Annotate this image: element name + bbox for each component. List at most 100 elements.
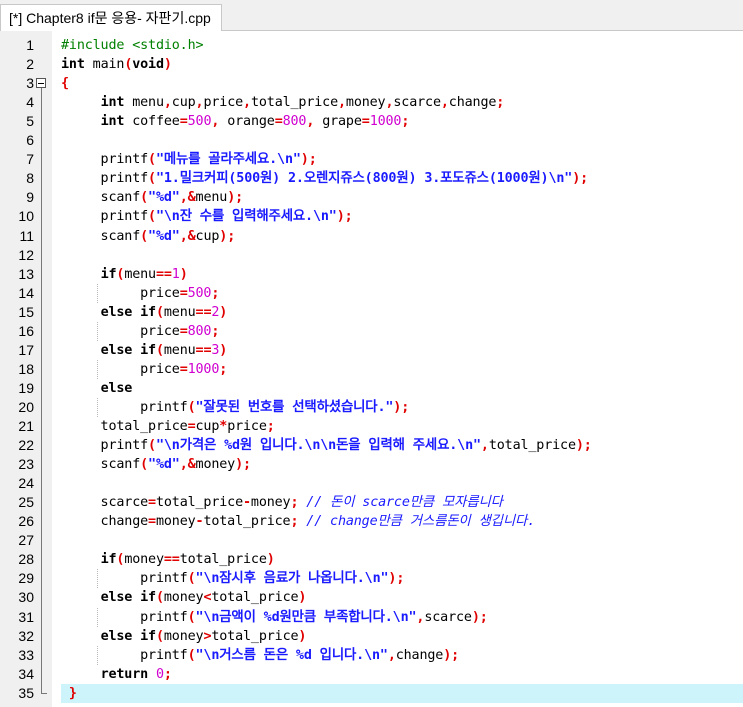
tab-file[interactable]: [*] Chapter8 if문 응용- 자판기.cpp [0,4,222,31]
code-line[interactable]: 7 printf("메뉴를 골라주세요.\n"); [0,150,743,169]
code-text: else if(money<total_price) [61,588,743,607]
code-token: change [61,514,149,530]
code-token: , [337,95,346,111]
code-token: printf [61,171,149,187]
code-line[interactable]: 27 [0,531,743,550]
line-number: 10 [18,208,34,225]
code-token: "1.밀크커피(500원) 2.오렌지쥬스(800원) 3.포도쥬스(1000원… [155,171,573,187]
code-line[interactable]: 33 printf("\n거스름 돈은 %d 입니다.\n",change); [0,646,743,665]
code-line[interactable]: 11 scanf("%d",&cup); [0,227,743,246]
code-line[interactable]: 28 if(money==total_price) [0,550,743,569]
code-line[interactable]: 32 else if(money>total_price) [0,627,743,646]
code-line[interactable]: 24 [0,474,743,493]
code-token: "\n거스름 돈은 %d 입니다.\n" [195,647,388,663]
code-line[interactable]: 22 printf("\n가격은 %d원 입니다.\n\n돈을 입력해 주세요.… [0,436,743,455]
code-line[interactable]: 15 else if(menu==2) [0,303,743,322]
code-text: total_price=cup*price; [61,417,743,436]
code-token: = [179,114,188,130]
code-token: money [163,590,204,606]
code-line[interactable]: 8 printf("1.밀크커피(500원) 2.오렌지쥬스(800원) 3.포… [0,169,743,188]
line-number: 4 [26,94,34,111]
code-editor[interactable]: 1 #include <stdio.h> 2 int main(void) 3{4 in… [0,31,743,707]
code-text: scanf("%d",&menu); [61,188,743,207]
code-token: 800 [282,114,307,130]
code-line[interactable]: 20 printf("잘못된 번호를 선택하셨습니다."); [0,398,743,417]
code-token: printf [61,438,149,454]
code-token: 0 [155,666,164,682]
code-text: int main(void) [61,55,743,74]
code-token: money [250,495,291,511]
code-text: scanf("%d",&money); [61,455,743,474]
code-text: return 0; [61,665,743,684]
code-token: ) [266,552,275,568]
code-token: money [155,514,196,530]
code-line[interactable]: 9 scanf("%d",&menu); [0,188,743,207]
code-token: * [219,419,228,434]
code-text: int menu,cup,price,total_price,money,sca… [61,93,743,112]
line-number: 19 [18,379,34,396]
code-text: else if(money>total_price) [61,627,743,646]
code-line[interactable]: 10 printf("\n잔 수를 입력해주세요.\n"); [0,207,743,226]
code-line[interactable]: 4 int menu,cup,price,total_price,money,s… [0,93,743,112]
code-token: scarce [61,495,149,511]
line-number: 7 [26,151,34,168]
code-line[interactable]: 13 if(menu==1) [0,265,743,284]
code-token: = [179,361,188,377]
code-token: ( [148,152,156,168]
code-line[interactable]: 19 else [0,379,743,398]
code-line[interactable]: 26 change=money-total_price; // change만큼… [0,512,743,531]
code-token: = [179,285,188,301]
code-line[interactable]: 30 else if(money<total_price) [0,588,743,607]
code-line[interactable]: 16 price=800; [0,322,743,341]
code-token: total_price [488,438,576,454]
code-token: ( [148,171,156,187]
code-line[interactable]: 3{ [0,74,743,93]
code-line[interactable]: 31 printf("\n금액이 %d원만큼 부족합니다.\n",scarce)… [0,608,743,627]
fold-region-end [41,692,47,694]
code-token: menu [163,342,196,358]
code-token: int [100,114,125,130]
line-number: 22 [18,437,34,454]
code-line[interactable]: 23 scanf("%d",&money); [0,455,743,474]
code-text: #include <stdio.h> [61,36,743,55]
code-line[interactable]: 12 [0,246,743,265]
code-line[interactable]: 21 total_price=cup*price; [0,417,743,436]
line-number: 14 [18,284,34,301]
line-number: 18 [18,360,34,377]
code-line[interactable]: 29 printf("\n잠시후 음료가 나옵니다.\n"); [0,569,743,588]
code-line[interactable]: 18 price=1000; [0,360,743,379]
code-line[interactable]: 6 [0,131,743,150]
fold-toggle-icon[interactable] [36,78,46,89]
code-text: printf("잘못된 번호를 선택하셨습니다."); [61,398,743,417]
code-token: ( [187,647,196,663]
code-token: ; [266,419,275,434]
code-token: ; [401,114,410,130]
code-text: if(menu==1) [61,265,743,284]
code-token: total_price [155,495,243,511]
code-line[interactable]: 34 return 0; [0,665,743,684]
code-token: printf [61,647,188,663]
code-text: int coffee=500, orange=800, grape=1000; [61,112,743,131]
line-number: 26 [18,513,34,530]
indent-guide [97,397,98,417]
code-line[interactable]: 1 #include <stdio.h> [0,36,743,55]
code-token: = [274,114,283,130]
code-line[interactable]: 14 price=500; [0,284,743,303]
code-token: ; [211,323,220,339]
code-token: price [227,419,267,434]
code-text: price=1000; [61,360,743,379]
code-token: cup [195,419,220,434]
code-line[interactable]: 17 else if(menu==3) [0,341,743,360]
line-number: 11 [19,227,34,244]
code-line[interactable]: 25 scarce=total_price-money; // 돈이 scarc… [0,493,743,512]
code-line[interactable]: 5 int coffee=500, orange=800, grape=1000… [0,112,743,131]
code-token: = [148,514,156,530]
code-line[interactable]: 2 int main(void) [0,55,743,74]
code-line[interactable]: 35 } [0,683,743,703]
code-text: else if(menu==2) [61,303,743,322]
code-token: 1 [171,266,180,282]
